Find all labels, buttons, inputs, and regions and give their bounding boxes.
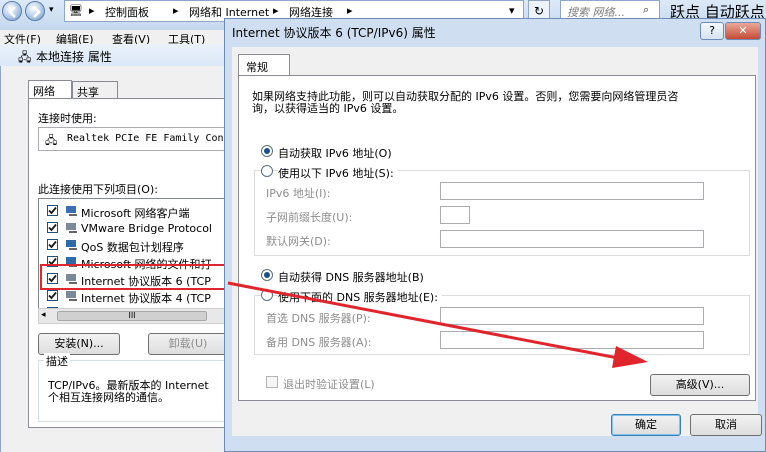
annotation-arrow — [227, 281, 648, 368]
